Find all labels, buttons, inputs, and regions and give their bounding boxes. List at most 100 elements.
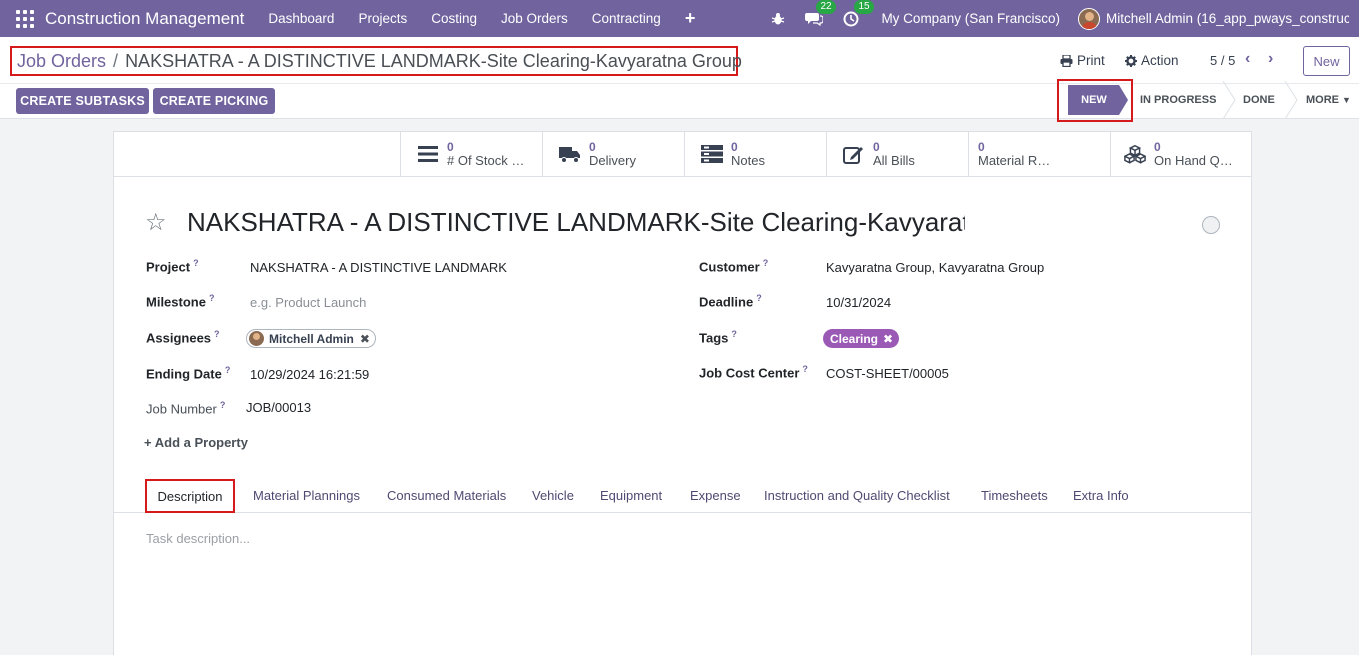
help-icon[interactable]: ? bbox=[209, 293, 215, 303]
kanban-state-icon[interactable] bbox=[1202, 216, 1220, 234]
help-icon[interactable]: ? bbox=[763, 258, 769, 268]
on-hand-quantity-count: 0 bbox=[1154, 140, 1161, 154]
tab-instruction-quality-checklist[interactable]: Instruction and Quality Checklist bbox=[764, 488, 950, 503]
customer-label-text: Customer bbox=[699, 259, 760, 275]
deadline-field[interactable]: 10/31/2024 bbox=[826, 295, 891, 310]
action-button[interactable]: Action bbox=[1125, 53, 1179, 68]
assignees-label-text: Assignees bbox=[146, 330, 212, 346]
smart-button-delivery[interactable]: 0 Delivery bbox=[542, 132, 685, 176]
ending-date-field[interactable]: 10/29/2024 16:21:59 bbox=[250, 367, 369, 382]
app-brand[interactable]: Construction Management bbox=[45, 9, 244, 29]
bug-icon[interactable] bbox=[771, 12, 785, 26]
job-number-label-text: Job Number bbox=[146, 401, 217, 417]
tab-description[interactable]: Description bbox=[145, 479, 235, 513]
truck-icon bbox=[559, 143, 581, 165]
create-subtasks-button[interactable]: CREATE SUBTASKS bbox=[16, 88, 149, 114]
caret-down-icon: ▼ bbox=[1342, 95, 1351, 105]
tags-label-text: Tags bbox=[699, 330, 729, 346]
company-switcher[interactable]: My Company (San Francisco) bbox=[881, 11, 1060, 26]
menu-plus-icon[interactable]: + bbox=[673, 8, 708, 29]
activities-clock-icon[interactable]: 15 bbox=[843, 0, 874, 27]
tab-extra-info[interactable]: Extra Info bbox=[1073, 488, 1129, 503]
job-cost-center-field[interactable]: COST-SHEET/00005 bbox=[826, 366, 949, 381]
smart-button-stock-moves[interactable]: 0# Of Stock Moves bbox=[400, 132, 543, 176]
user-avatar[interactable] bbox=[1078, 7, 1100, 30]
smart-button-material-requisitions[interactable]: 0Material Requisitions bbox=[968, 132, 1111, 176]
pager-previous-icon[interactable]: ‹ bbox=[1245, 50, 1250, 68]
menu-contracting[interactable]: Contracting bbox=[580, 11, 673, 26]
apps-menu-icon[interactable] bbox=[16, 9, 34, 28]
deadline-label-text: Deadline bbox=[699, 294, 754, 310]
tag-clearing[interactable]: Clearing ✖ bbox=[823, 329, 900, 348]
stage-more-dropdown[interactable]: MORE ▼ bbox=[1306, 85, 1351, 115]
remove-tag-icon[interactable]: ✖ bbox=[883, 332, 893, 346]
help-icon[interactable]: ? bbox=[802, 364, 808, 374]
user-menu[interactable]: Mitchell Admin (16_app_pways_constructio… bbox=[1106, 11, 1349, 26]
help-icon[interactable]: ? bbox=[214, 329, 220, 339]
print-icon bbox=[1060, 54, 1073, 67]
job-cost-center-label-text: Job Cost Center bbox=[699, 365, 800, 381]
pager-value[interactable]: 5 / 5 bbox=[1210, 53, 1235, 68]
customer-field[interactable]: Kavyaratna Group, Kavyaratna Group bbox=[826, 260, 1044, 275]
stock-moves-label: # Of Stock Moves bbox=[447, 154, 535, 168]
description-editor[interactable]: Task description... bbox=[146, 531, 250, 546]
pager-next-icon[interactable]: › bbox=[1268, 50, 1273, 68]
menu-costing[interactable]: Costing bbox=[419, 11, 489, 26]
print-button[interactable]: Print bbox=[1060, 53, 1105, 68]
stage-in-progress[interactable]: IN PROGRESS bbox=[1140, 85, 1216, 115]
top-navbar: Construction Management Dashboard Projec… bbox=[0, 0, 1359, 37]
on-hand-quantity-label: On Hand Quantity bbox=[1154, 154, 1236, 168]
smart-button-on-hand-quantity[interactable]: 0On Hand Quantity bbox=[1110, 132, 1251, 176]
priority-star-icon[interactable]: ☆ bbox=[145, 208, 167, 237]
smart-button-all-bills[interactable]: 0 All Bills bbox=[826, 132, 969, 176]
help-icon[interactable]: ? bbox=[225, 365, 231, 375]
cubes-icon bbox=[1124, 143, 1146, 165]
help-icon[interactable]: ? bbox=[220, 400, 226, 410]
remove-assignee-icon[interactable]: ✖ bbox=[360, 332, 370, 346]
tab-timesheets[interactable]: Timesheets bbox=[981, 488, 1048, 503]
milestone-label: Milestone? bbox=[146, 293, 214, 309]
list-icon bbox=[417, 143, 439, 165]
assignee-tag[interactable]: Mitchell Admin ✖ bbox=[246, 329, 376, 348]
smart-button-box: 0# Of Stock Moves 0Delivery 0Notes 0All … bbox=[114, 132, 1251, 177]
stage-new[interactable]: NEW bbox=[1068, 85, 1128, 115]
messages-icon[interactable]: 22 bbox=[805, 0, 836, 26]
tab-consumed-materials[interactable]: Consumed Materials bbox=[387, 488, 506, 503]
material-requisitions-label: Material Requisitions bbox=[978, 154, 1054, 168]
help-icon[interactable]: ? bbox=[193, 258, 199, 268]
tab-equipment[interactable]: Equipment bbox=[600, 488, 662, 503]
breadcrumb-separator: / bbox=[113, 50, 119, 71]
tab-expense[interactable]: Expense bbox=[690, 488, 741, 503]
help-icon[interactable]: ? bbox=[756, 293, 762, 303]
avatar bbox=[249, 331, 264, 346]
plus-icon: + bbox=[144, 435, 152, 450]
form-sheet: 0# Of Stock Moves 0Delivery 0Notes 0All … bbox=[113, 131, 1252, 655]
add-property-label: Add a Property bbox=[154, 435, 248, 450]
create-picking-button[interactable]: CREATE PICKING bbox=[153, 88, 275, 114]
stage-divider bbox=[1284, 81, 1298, 119]
job-cost-center-label: Job Cost Center? bbox=[699, 364, 808, 380]
milestone-field[interactable]: e.g. Product Launch bbox=[250, 295, 366, 310]
breadcrumb-current: NAKSHATRA - A DISTINCTIVE LANDMARK-Site … bbox=[125, 50, 742, 71]
record-title[interactable]: NAKSHATRA - A DISTINCTIVE LANDMARK-Site … bbox=[187, 207, 965, 238]
stage-more-label: MORE bbox=[1306, 94, 1339, 106]
job-number-label: Job Number? bbox=[146, 400, 225, 416]
menu-job-orders[interactable]: Job Orders bbox=[489, 11, 580, 26]
print-label: Print bbox=[1077, 53, 1105, 68]
project-label-text: Project bbox=[146, 259, 191, 275]
project-field[interactable]: NAKSHATRA - A DISTINCTIVE LANDMARK bbox=[250, 260, 507, 275]
menu-dashboard[interactable]: Dashboard bbox=[256, 11, 346, 26]
tab-material-plannings[interactable]: Material Plannings bbox=[253, 488, 360, 503]
tab-vehicle[interactable]: Vehicle bbox=[532, 488, 574, 503]
breadcrumb-job-orders[interactable]: Job Orders bbox=[17, 51, 106, 72]
help-icon[interactable]: ? bbox=[731, 329, 737, 339]
smart-button-notes[interactable]: 0 Notes bbox=[684, 132, 827, 176]
all-bills-label: All Bills bbox=[873, 154, 915, 168]
menu-projects[interactable]: Projects bbox=[346, 11, 419, 26]
new-record-button[interactable]: New bbox=[1303, 46, 1350, 76]
delivery-label: Delivery bbox=[589, 154, 636, 168]
ending-date-label-text: Ending Date bbox=[146, 366, 222, 382]
stage-done[interactable]: DONE bbox=[1243, 85, 1275, 115]
add-property-button[interactable]: + Add a Property bbox=[144, 435, 248, 450]
project-label: Project? bbox=[146, 258, 199, 274]
